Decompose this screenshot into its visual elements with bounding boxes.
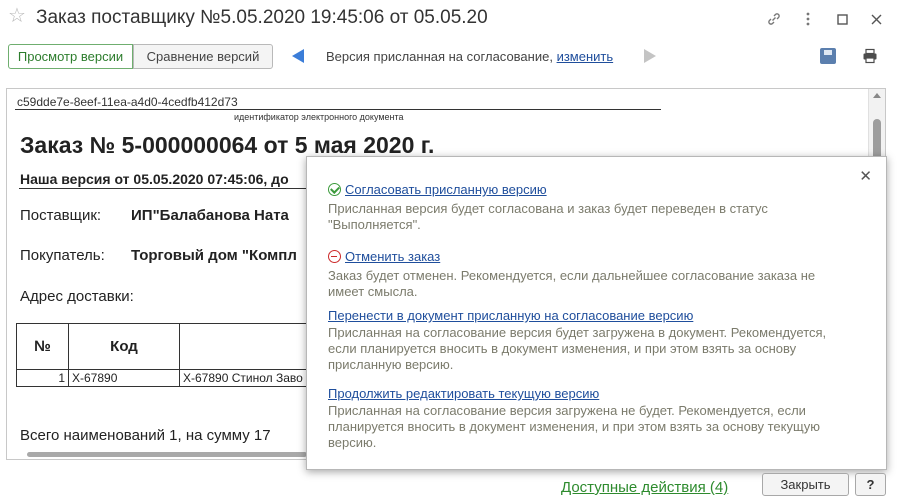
address-field: Адрес доставки: [20, 288, 134, 305]
continue-editing-link[interactable]: Продолжить редактировать текущую версию [328, 386, 848, 401]
action-cancel-order: Отменить заказ Заказ будет отменен. Реко… [328, 248, 848, 300]
favorite-star-icon[interactable]: ☆ [8, 6, 26, 26]
close-button[interactable]: Закрыть [762, 473, 849, 496]
version-status-text: Версия присланная на согласование, [326, 49, 553, 64]
view-version-button[interactable]: Просмотр версии [8, 44, 133, 69]
table-header-no: № [16, 323, 69, 370]
order-title: Заказ № 5-000000064 от 5 мая 2020 г. [20, 132, 435, 158]
action-transfer-version: Перенести в документ присланную на согла… [328, 308, 848, 373]
row-name: Х-67890 Стинол Заво [179, 369, 320, 387]
save-icon[interactable] [820, 48, 836, 64]
address-label: Адрес доставки: [20, 288, 134, 305]
row-no: 1 [16, 369, 69, 387]
table-header-name [179, 323, 320, 370]
cancel-order-link[interactable]: Отменить заказ [345, 249, 440, 264]
check-circle-icon [328, 183, 341, 196]
horizontal-scroll-thumb[interactable] [27, 452, 307, 457]
window-controls [757, 8, 893, 30]
actions-popup: ✕ Согласовать присланную версию Присланн… [306, 156, 887, 470]
link-icon[interactable] [757, 8, 791, 30]
close-icon[interactable] [859, 8, 893, 30]
our-version-text: Наша версия от 05.05.2020 07:45:06, до [20, 171, 289, 187]
print-icon[interactable] [862, 48, 878, 64]
action-continue-editing: Продолжить редактировать текущую версию … [328, 386, 848, 451]
buyer-value: Торговый дом "Компл [131, 247, 297, 264]
title-bar: ☆ Заказ поставщику №5.05.2020 19:45:06 о… [0, 0, 901, 38]
cancel-circle-icon [328, 250, 341, 263]
help-button[interactable]: ? [855, 473, 886, 496]
more-menu-icon[interactable] [791, 8, 825, 30]
table-row: 1 Х-67890 Х-67890 Стинол Заво [16, 369, 320, 387]
approve-version-desc: Присланная версия будет согласована и за… [328, 201, 768, 232]
available-actions-link[interactable]: Доступные действия (4) [561, 479, 728, 496]
continue-editing-desc: Присланная на согласование версия загруж… [328, 403, 821, 450]
approve-version-link[interactable]: Согласовать присланную версию [345, 182, 547, 197]
document-guid: c59dde7e-8eef-11ea-a4d0-4cedfb412d73 [17, 95, 238, 109]
row-code: Х-67890 [68, 369, 180, 387]
guid-caption: идентификатор электронного документа [234, 112, 404, 122]
buyer-label: Покупатель: [20, 247, 105, 264]
scroll-up-icon[interactable] [873, 93, 881, 98]
buyer-field: Покупатель: Торговый дом "Компл [20, 247, 297, 264]
action-approve: Согласовать присланную версию Присланная… [328, 181, 848, 233]
version-status: Версия присланная на согласование, измен… [326, 49, 613, 64]
cancel-order-desc: Заказ будет отменен. Рекомендуется, если… [328, 268, 816, 299]
compare-versions-button[interactable]: Сравнение версий [133, 44, 273, 69]
supplier-label: Поставщик: [20, 207, 102, 224]
items-table: № Код 1 Х-67890 Х-67890 Стинол Заво [16, 323, 320, 387]
window-title: Заказ поставщику №5.05.2020 19:45:06 от … [36, 7, 488, 28]
supplier-value: ИП"Балабанова Ната [131, 207, 289, 224]
popup-close-icon[interactable]: ✕ [859, 169, 872, 184]
transfer-version-link[interactable]: Перенести в документ присланную на согла… [328, 308, 848, 323]
toolbar: Просмотр версии Сравнение версий Версия … [0, 41, 901, 71]
version-change-link[interactable]: изменить [557, 49, 614, 64]
previous-version-arrow-icon[interactable] [292, 49, 304, 63]
maximize-icon[interactable] [825, 8, 859, 30]
total-text: Всего наименований 1, на сумму 17 [20, 427, 271, 444]
transfer-version-desc: Присланная на согласование версия будет … [328, 325, 827, 372]
supplier-field: Поставщик: ИП"Балабанова Ната [20, 207, 289, 224]
next-version-arrow-icon[interactable] [644, 49, 656, 63]
guid-underline [15, 109, 661, 110]
table-header-code: Код [68, 323, 180, 370]
our-version-underline [19, 188, 309, 189]
